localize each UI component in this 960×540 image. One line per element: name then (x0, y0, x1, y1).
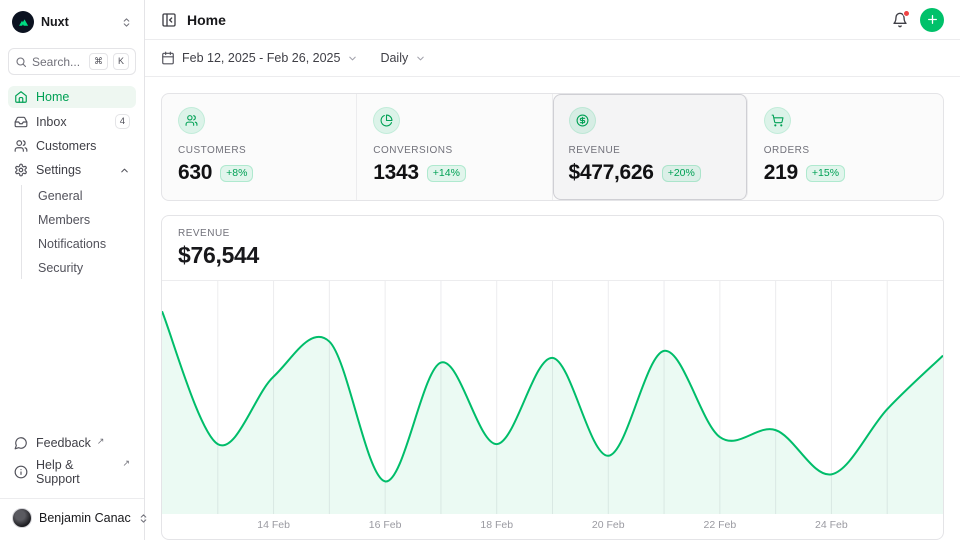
external-link-icon: ↗ (122, 458, 130, 469)
settings-sub-list: General Members Notifications Security (21, 185, 136, 279)
user-name: Benjamin Canac (39, 511, 131, 525)
feedback-label: Feedback (36, 436, 91, 450)
chart-metric-label: REVENUE (178, 228, 927, 239)
sidebar-item-members[interactable]: Members (36, 209, 136, 231)
help-support-link[interactable]: Help & Support ↗ (8, 454, 136, 490)
stat-card-orders[interactable]: ORDERS 219 +15% (748, 94, 943, 200)
search-placeholder: Search... (32, 55, 84, 69)
kbd-k: K (113, 53, 129, 70)
avatar (12, 508, 32, 528)
external-link-icon: ↗ (97, 436, 105, 447)
sidebar-nav: Home Inbox 4 Customers Settings Ge (8, 86, 136, 279)
x-axis-tick-label: 18 Feb (480, 519, 513, 531)
chart-pie-icon (373, 107, 400, 134)
chevron-down-icon (415, 53, 426, 64)
x-axis-tick-label: 16 Feb (369, 519, 402, 531)
chat-bubble-icon (14, 436, 28, 450)
help-support-label: Help & Support (36, 458, 116, 486)
sidebar-item-notifications[interactable]: Notifications (36, 233, 136, 255)
x-axis-tick-label: 14 Feb (257, 519, 290, 531)
sidebar-item-home[interactable]: Home (8, 86, 136, 108)
stat-label: CUSTOMERS (178, 145, 340, 156)
date-range-value: Feb 12, 2025 - Feb 26, 2025 (182, 51, 340, 65)
x-axis-tick-label: 20 Feb (592, 519, 625, 531)
shopping-cart-icon (764, 107, 791, 134)
feedback-link[interactable]: Feedback ↗ (8, 432, 136, 454)
calendar-icon (161, 51, 175, 65)
stat-label: REVENUE (569, 145, 731, 156)
stat-card-customers[interactable]: CUSTOMERS 630 +8% (162, 94, 357, 200)
notification-dot (903, 10, 910, 17)
revenue-area-chart (162, 281, 943, 514)
stat-delta-badge: +20% (662, 165, 701, 182)
chart-x-axis: 14 Feb 16 Feb 18 Feb 20 Feb 22 Feb 24 Fe… (162, 514, 943, 539)
stat-card-conversions[interactable]: CONVERSIONS 1343 +14% (357, 94, 552, 200)
top-header: Home (145, 0, 960, 40)
info-circle-icon (14, 465, 28, 479)
kbd-cmd: ⌘ (89, 53, 108, 70)
sidebar-collapse-button[interactable] (161, 12, 177, 28)
sidebar-item-security[interactable]: Security (36, 257, 136, 279)
stat-value: 219 (764, 161, 798, 185)
filters-toolbar: Feb 12, 2025 - Feb 26, 2025 Daily (145, 40, 960, 77)
chart-metric-value: $76,544 (178, 242, 927, 269)
gear-icon (14, 163, 28, 177)
main-area: Home Feb 12, 2025 - Feb 26, 2025 Daily (145, 0, 960, 540)
sidebar-item-label: Home (36, 90, 69, 104)
stat-value: $477,626 (569, 161, 654, 185)
notifications-button[interactable] (892, 12, 908, 28)
sidebar-item-label: Inbox (36, 115, 67, 129)
sidebar-item-inbox[interactable]: Inbox 4 (8, 110, 136, 133)
granularity-select[interactable]: Daily (380, 51, 426, 65)
sidebar-item-label: Settings (36, 163, 81, 177)
stat-label: ORDERS (764, 145, 927, 156)
chevron-down-icon (347, 53, 358, 64)
page-title: Home (187, 12, 226, 28)
chevron-up-icon (119, 165, 130, 176)
nuxt-logo-icon (12, 11, 34, 33)
user-menu[interactable]: Benjamin Canac (8, 499, 136, 530)
sidebar-item-general[interactable]: General (36, 185, 136, 207)
search-input[interactable]: Search... ⌘ K (8, 48, 136, 75)
sidebar-item-settings[interactable]: Settings (8, 159, 136, 181)
inbox-icon (14, 115, 28, 129)
users-icon (178, 107, 205, 134)
content: CUSTOMERS 630 +8% CONVERSIONS 1343 +14% (145, 77, 960, 540)
plus-icon (926, 13, 939, 26)
stats-row: CUSTOMERS 630 +8% CONVERSIONS 1343 +14% (161, 93, 944, 201)
inbox-count-badge: 4 (115, 114, 130, 129)
sidebar-item-label: Customers (36, 139, 96, 153)
chart-plot-area[interactable] (162, 281, 943, 514)
workspace-name: Nuxt (41, 15, 114, 29)
users-icon (14, 139, 28, 153)
workspace-selector[interactable]: Nuxt (8, 9, 136, 35)
date-range-picker[interactable]: Feb 12, 2025 - Feb 26, 2025 (161, 51, 358, 65)
stat-delta-badge: +8% (220, 165, 253, 182)
stat-label: CONVERSIONS (373, 145, 535, 156)
stat-card-revenue[interactable]: REVENUE $477,626 +20% (553, 94, 748, 200)
sidebar-item-customers[interactable]: Customers (8, 135, 136, 157)
home-icon (14, 90, 28, 104)
stat-value: 1343 (373, 161, 419, 185)
stat-delta-badge: +14% (427, 165, 466, 182)
stat-value: 630 (178, 161, 212, 185)
chart-header: REVENUE $76,544 (162, 216, 943, 281)
revenue-chart-card: REVENUE $76,544 14 Feb 16 Feb 18 Feb 20 … (161, 215, 944, 540)
sidebar: Nuxt Search... ⌘ K Home Inbox 4 (0, 0, 145, 540)
chevrons-up-down-icon (121, 17, 132, 28)
search-icon (15, 56, 27, 68)
sidebar-spacer (8, 279, 136, 432)
x-axis-tick-label: 22 Feb (704, 519, 737, 531)
circle-dollar-icon (569, 107, 596, 134)
add-button[interactable] (920, 8, 944, 32)
stat-delta-badge: +15% (806, 165, 845, 182)
x-axis-tick-label: 24 Feb (815, 519, 848, 531)
granularity-value: Daily (380, 51, 408, 65)
